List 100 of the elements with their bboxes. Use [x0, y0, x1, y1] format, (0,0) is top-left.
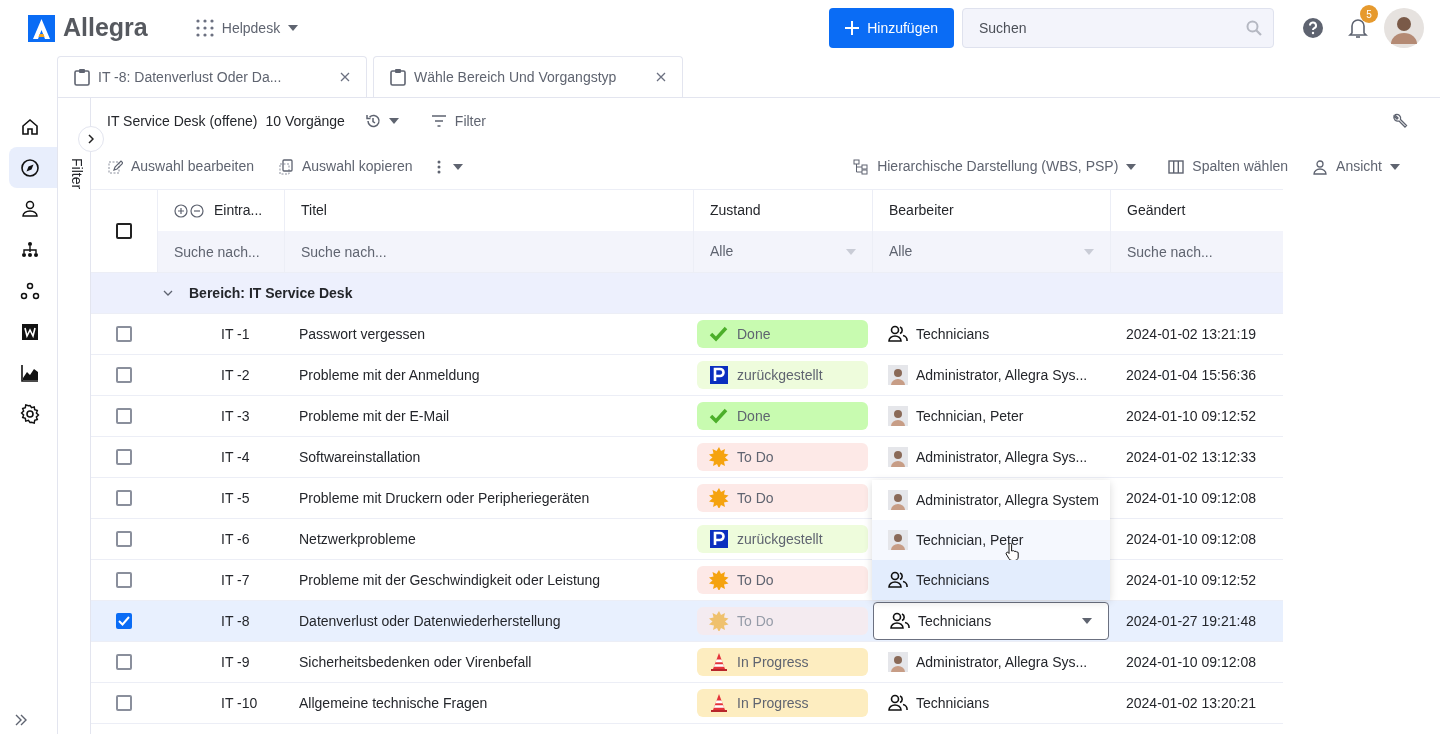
column-filter-select[interactable]: Alle [694, 231, 872, 272]
expand-collapse-icon [174, 202, 206, 219]
compass-icon [19, 157, 40, 178]
tab[interactable]: Wähle Bereich Und Vorgangstyp [373, 56, 683, 97]
table-cell-text: 2024-01-10 09:12:08 [1125, 652, 1257, 672]
table-cell-text: 2024-01-10 09:12:08 [1125, 529, 1257, 549]
history-menu[interactable] [364, 113, 399, 129]
search-icon [1246, 20, 1262, 36]
traffic-cone-icon [709, 652, 729, 672]
checkbox[interactable] [116, 572, 132, 588]
sun-icon [709, 570, 729, 590]
wrench-icon[interactable] [1392, 113, 1408, 129]
table-cell-text: 2024-01-10 09:12:08 [1125, 488, 1257, 508]
table-cell-text: IT -5 [220, 488, 251, 508]
checkbox[interactable] [116, 449, 132, 465]
table-cell-text: Technicians [916, 324, 990, 344]
table-cell-text: Datenverlust oder Datenwiederherstellung [298, 611, 562, 631]
option-label: Technician, Peter [916, 530, 1024, 550]
table-cell-text: Technicians [916, 693, 990, 713]
view-menu[interactable]: Ansicht [1312, 156, 1400, 177]
caret-icon [1390, 163, 1400, 170]
checkbox[interactable] [116, 695, 132, 711]
bell-icon[interactable] [1348, 17, 1368, 39]
checkbox[interactable] [116, 223, 132, 239]
checkbox[interactable] [116, 408, 132, 424]
copy-selection-button[interactable]: Auswahl kopieren [278, 156, 413, 177]
expand-icon[interactable] [14, 714, 28, 726]
avatar[interactable] [1384, 8, 1424, 48]
close-icon[interactable] [340, 72, 350, 82]
status-badge[interactable]: To Do [697, 443, 868, 471]
dropdown-option[interactable]: Technician, Peter [872, 520, 1110, 560]
table-cell-text: 2024-01-02 13:12:33 [1125, 447, 1257, 467]
check-icon [709, 324, 729, 344]
status-badge[interactable]: In Progress [697, 689, 868, 717]
status-badge[interactable]: To Do [697, 566, 868, 594]
filter-button[interactable]: Filter [430, 110, 486, 132]
status-badge[interactable]: In Progress [697, 648, 868, 676]
group-icon [890, 612, 910, 630]
notification-badge: 5 [1360, 5, 1378, 23]
column-filter-field[interactable]: Suche nach... [285, 231, 693, 272]
table-cell-text: IT -9 [220, 652, 251, 672]
column-header[interactable]: Geändert [1111, 190, 1283, 231]
close-icon[interactable] [656, 72, 666, 82]
expand-filter-button[interactable] [78, 126, 104, 152]
column-header[interactable]: Titel [285, 190, 693, 231]
tab[interactable]: IT -8: Datenverlust Oder Da... [57, 56, 367, 97]
status-badge[interactable]: zurückgestellt [697, 361, 868, 389]
parking-sign-icon [709, 529, 729, 549]
dropdown-option[interactable]: Administrator, Allegra System [872, 480, 1110, 520]
column-header[interactable]: Eintra... [158, 190, 284, 231]
checkbox[interactable] [116, 613, 132, 629]
table-cell-text: 2024-01-10 09:12:52 [1125, 570, 1257, 590]
checkbox[interactable] [116, 531, 132, 547]
dropdown-option[interactable]: Technicians [872, 560, 1110, 600]
tab-label: Wähle Bereich Und Vorgangstyp [414, 67, 618, 87]
nodes-icon [19, 280, 40, 301]
table-cell-text: Probleme mit der Anmeldung [298, 365, 481, 385]
hierarchy-icon [19, 239, 40, 260]
column-header[interactable]: Bearbeiter [873, 190, 1110, 231]
columns-button[interactable]: Spalten wählen [1168, 156, 1289, 177]
table-cell-text: Sicherheitsbedenken oder Virenbefall [298, 652, 533, 672]
sun-icon [709, 611, 729, 631]
assignee-select[interactable]: Technicians [873, 602, 1109, 640]
status-badge[interactable]: Done [697, 402, 868, 430]
caret-icon [1084, 248, 1094, 255]
checkbox[interactable] [116, 367, 132, 383]
checkbox[interactable] [116, 654, 132, 670]
table-cell-text: Probleme mit der E-Mail [298, 406, 451, 426]
edit-selection-button[interactable]: Auswahl bearbeiten [107, 156, 254, 177]
chevron-down-icon [163, 290, 173, 296]
sidebar-item[interactable] [9, 147, 57, 188]
table-cell-text: 2024-01-02 13:20:21 [1125, 693, 1257, 713]
add-button[interactable]: Hinzufügen [829, 8, 954, 48]
checkbox[interactable] [116, 326, 132, 342]
column-filter-field[interactable]: Suche nach... [1111, 231, 1283, 272]
filter-panel-label[interactable]: Filter [66, 158, 87, 190]
column-header[interactable]: Zustand [694, 190, 872, 231]
hierarchy-view-menu[interactable]: Hierarchische Darstellung (WBS, PSP) [853, 156, 1137, 177]
group-row[interactable]: Bereich: IT Service Desk [91, 272, 1283, 313]
grid-icon [195, 19, 214, 37]
table-cell-text: Administrator, Allegra Sys... [916, 365, 1088, 385]
help-icon[interactable] [1302, 17, 1324, 39]
edit-icon [107, 158, 123, 175]
caret-icon [288, 25, 299, 31]
column-filter-select[interactable]: Alle [873, 231, 1110, 272]
checkbox[interactable] [116, 490, 132, 506]
item-count: 10 Vorgänge [265, 111, 345, 131]
sun-icon [709, 447, 729, 467]
filter-icon [430, 115, 447, 127]
status-badge[interactable]: To Do [697, 484, 868, 512]
column-filter-field[interactable]: Suche nach... [158, 231, 284, 272]
group-label: Bereich: IT Service Desk [189, 283, 353, 303]
hierarchy-icon [853, 158, 870, 175]
search-field[interactable]: Suchen [962, 8, 1274, 48]
workspace-menu[interactable]: Helpdesk [195, 17, 299, 39]
status-badge[interactable]: zurückgestellt [697, 525, 868, 553]
table-cell-text: IT -7 [220, 570, 251, 590]
check-icon [709, 406, 729, 426]
status-badge[interactable]: Done [697, 320, 868, 348]
more-menu[interactable] [436, 159, 463, 174]
